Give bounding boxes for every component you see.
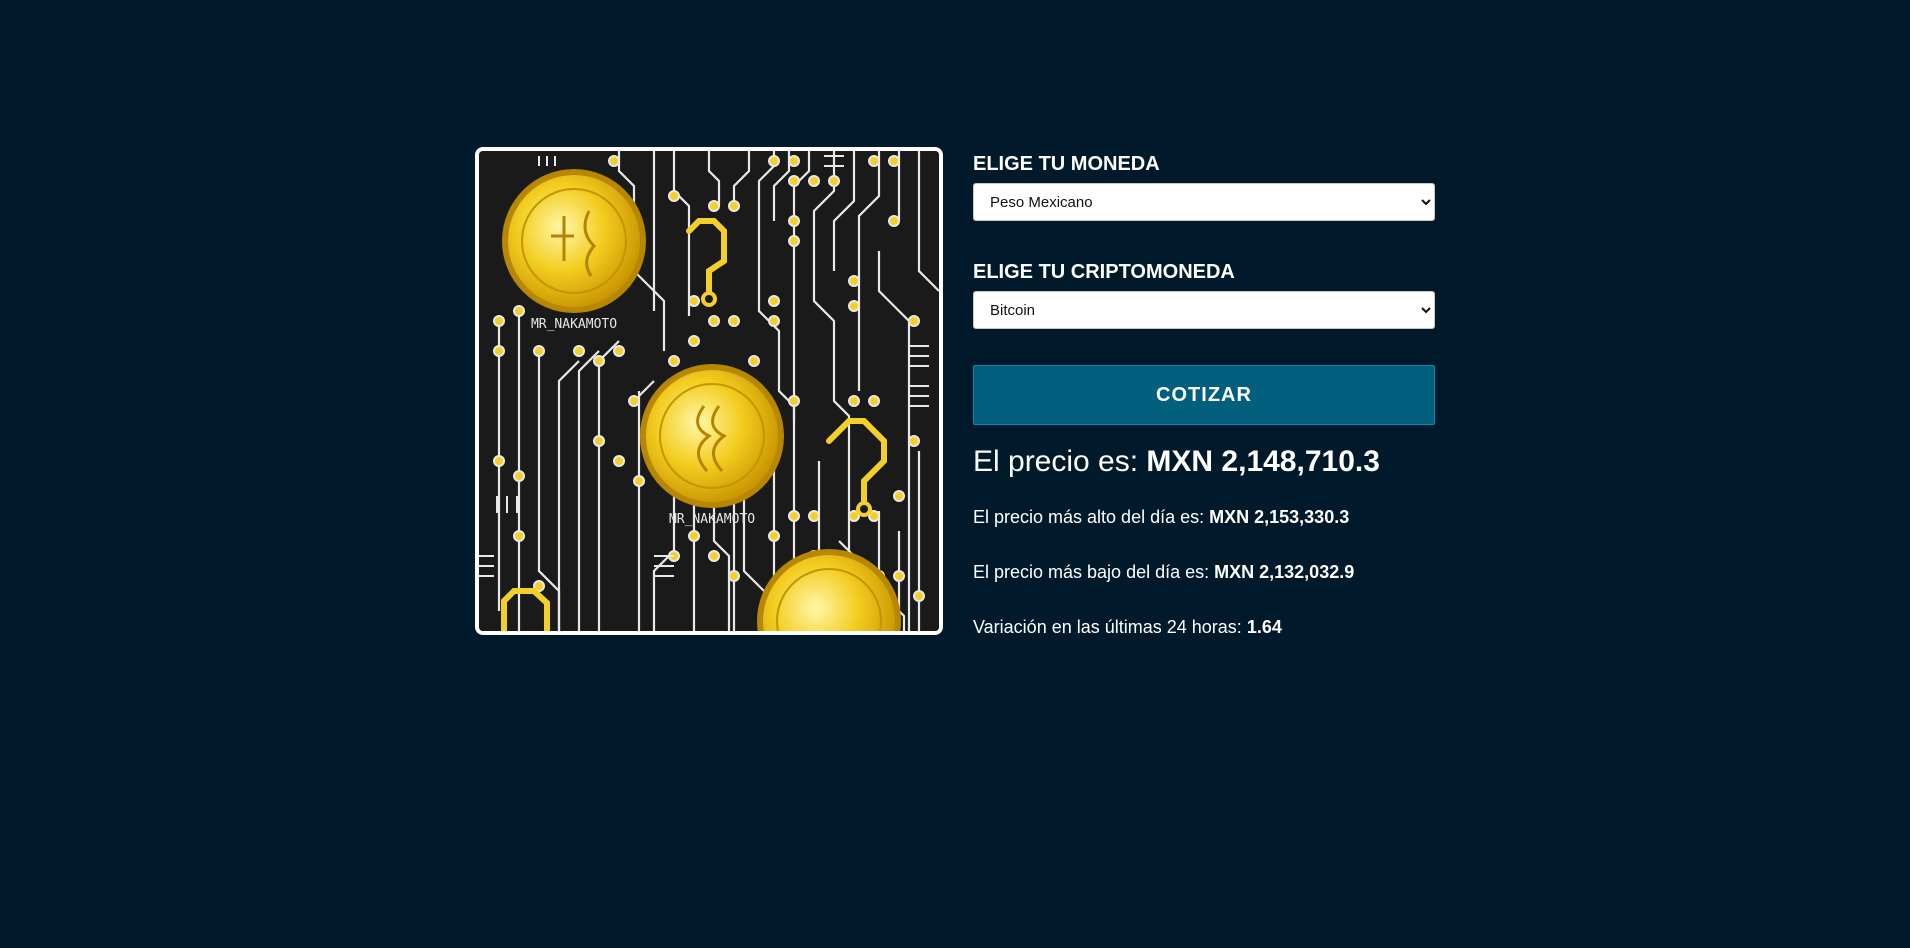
high-price-value: MXN 2,153,330.3: [1209, 507, 1350, 527]
quote-form: ELIGE TU MONEDA Peso Mexicano ELIGE TU C…: [973, 147, 1435, 672]
coin-text-1: MR_NAKAMOTO: [531, 317, 617, 332]
price-label: El precio es:: [973, 445, 1147, 478]
currency-label: ELIGE TU MONEDA: [973, 153, 1160, 175]
low-price-label: El precio más bajo del día es:: [973, 562, 1215, 582]
low-price-value: MXN 2,132,032.9: [1214, 562, 1355, 582]
change-label: Variación en las últimas 24 horas:: [973, 617, 1247, 637]
crypto-label: ELIGE TU CRIPTOMONEDA: [973, 261, 1235, 283]
main-container: MR_NAKAMOTO MR_NAKAMOTO ELIGE TU MONEDA …: [475, 147, 1435, 672]
price-line: El precio es: MXN 2,148,710.3: [973, 445, 1435, 479]
crypto-select[interactable]: Bitcoin: [973, 291, 1435, 329]
currency-select[interactable]: Peso Mexicano: [973, 183, 1435, 221]
high-price-label: El precio más alto del día es:: [973, 507, 1210, 527]
price-value: MXN 2,148,710.3: [1146, 445, 1380, 478]
result-panel: El precio es: MXN 2,148,710.3 El precio …: [973, 445, 1435, 638]
change-line: Variación en las últimas 24 horas: 1.64: [973, 617, 1435, 638]
quote-button[interactable]: COTIZAR: [973, 365, 1435, 425]
change-value: 1.64: [1246, 617, 1282, 637]
low-price-line: El precio más bajo del día es: MXN 2,132…: [973, 562, 1435, 583]
crypto-field: ELIGE TU CRIPTOMONEDA Bitcoin: [973, 261, 1435, 329]
high-price-line: El precio más alto del día es: MXN 2,153…: [973, 507, 1435, 528]
currency-field: ELIGE TU MONEDA Peso Mexicano: [973, 153, 1435, 221]
crypto-hero-image: MR_NAKAMOTO MR_NAKAMOTO: [475, 147, 943, 635]
coin-text-2: MR_NAKAMOTO: [669, 512, 755, 527]
